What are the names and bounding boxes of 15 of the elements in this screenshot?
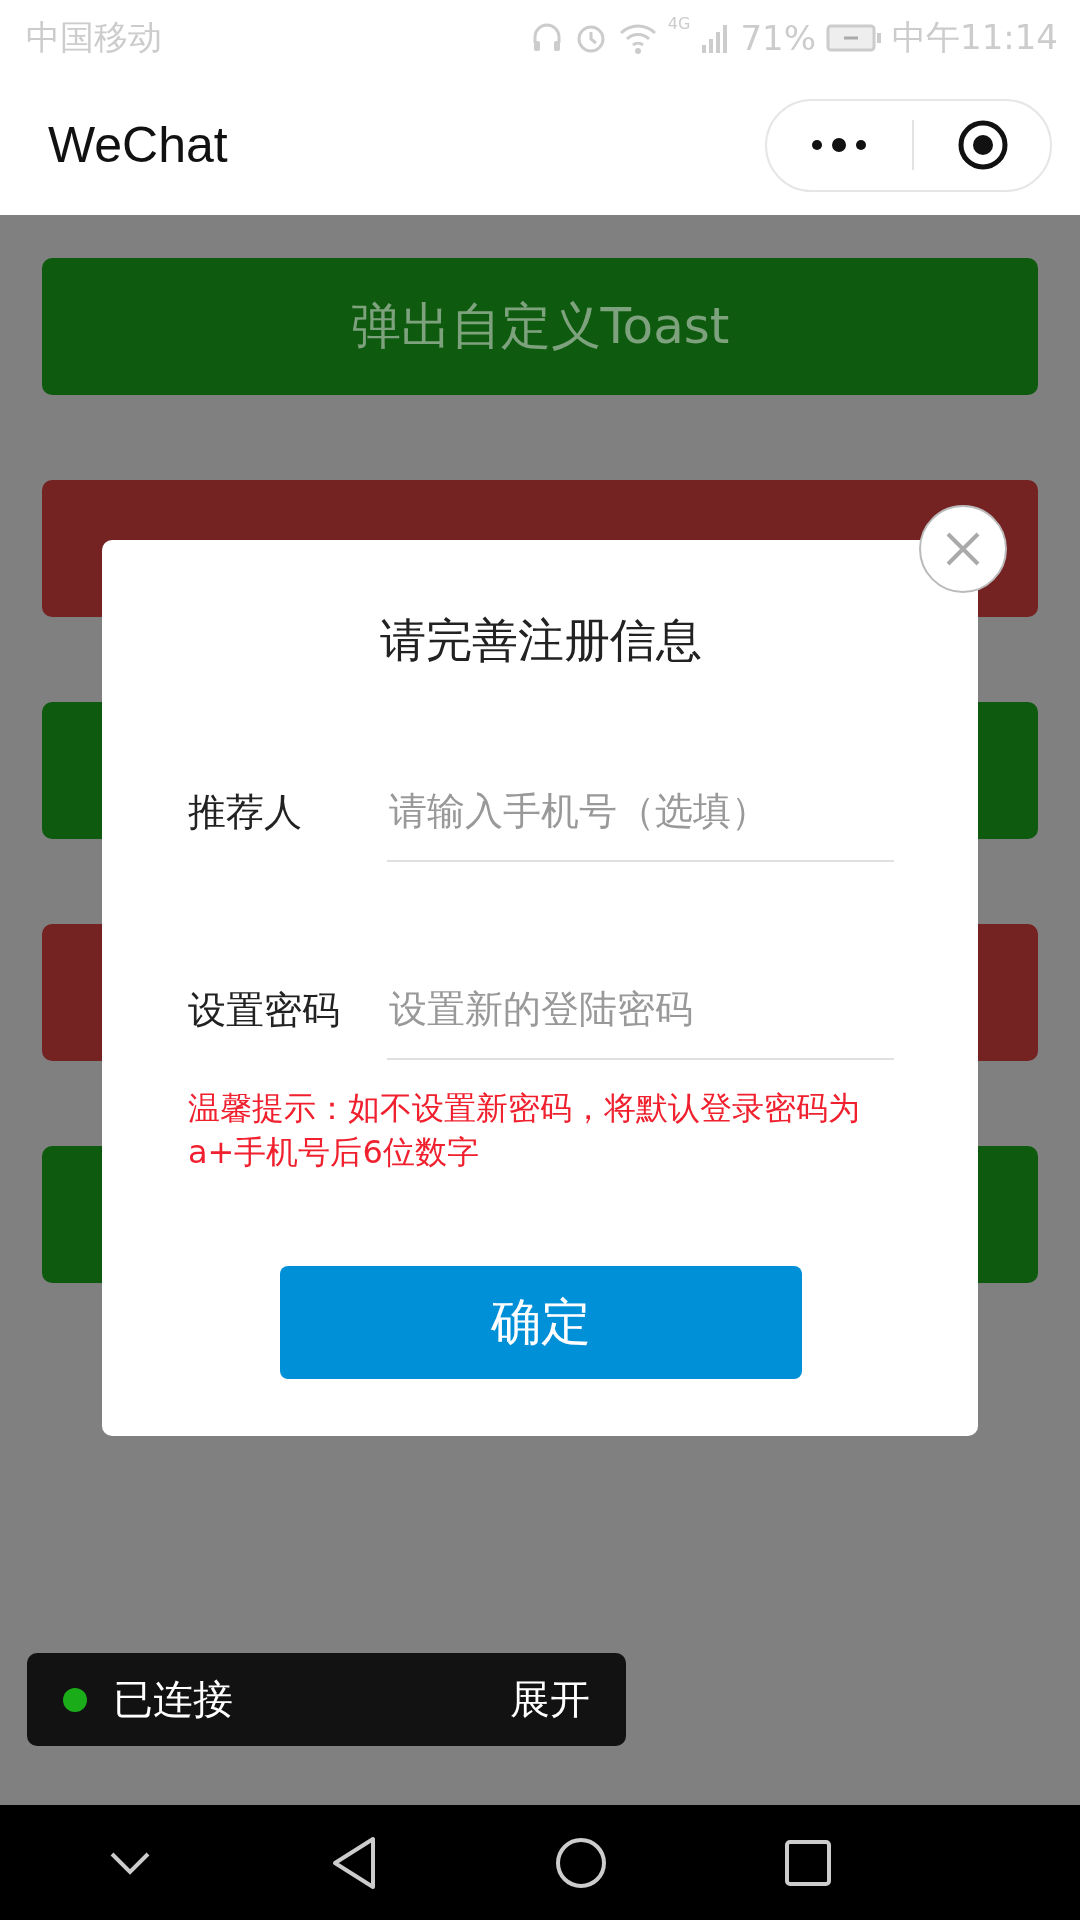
battery-icon bbox=[826, 22, 882, 53]
expand-link[interactable]: 展开 bbox=[510, 1672, 590, 1727]
connection-status: 已连接 bbox=[113, 1675, 233, 1724]
home-icon[interactable] bbox=[555, 1836, 608, 1889]
status-dot bbox=[63, 1687, 87, 1712]
confirm-button[interactable]: 确定 bbox=[280, 1266, 802, 1379]
window-title: WeChat bbox=[48, 116, 229, 174]
close-target-icon[interactable] bbox=[956, 119, 1009, 171]
field-label: 推荐人 bbox=[188, 788, 303, 836]
close-icon[interactable] bbox=[918, 504, 1008, 594]
field-label: 设置密码 bbox=[188, 986, 341, 1034]
action-button[interactable]: 弹出自定义Toast bbox=[42, 258, 1038, 395]
hint-text: 温馨提示：如不设置新密码，将默认登录密码为a+手机号后6位数字 bbox=[188, 1088, 861, 1173]
recents-icon[interactable] bbox=[783, 1838, 832, 1887]
dialog-title: 请完善注册信息 bbox=[379, 612, 703, 669]
